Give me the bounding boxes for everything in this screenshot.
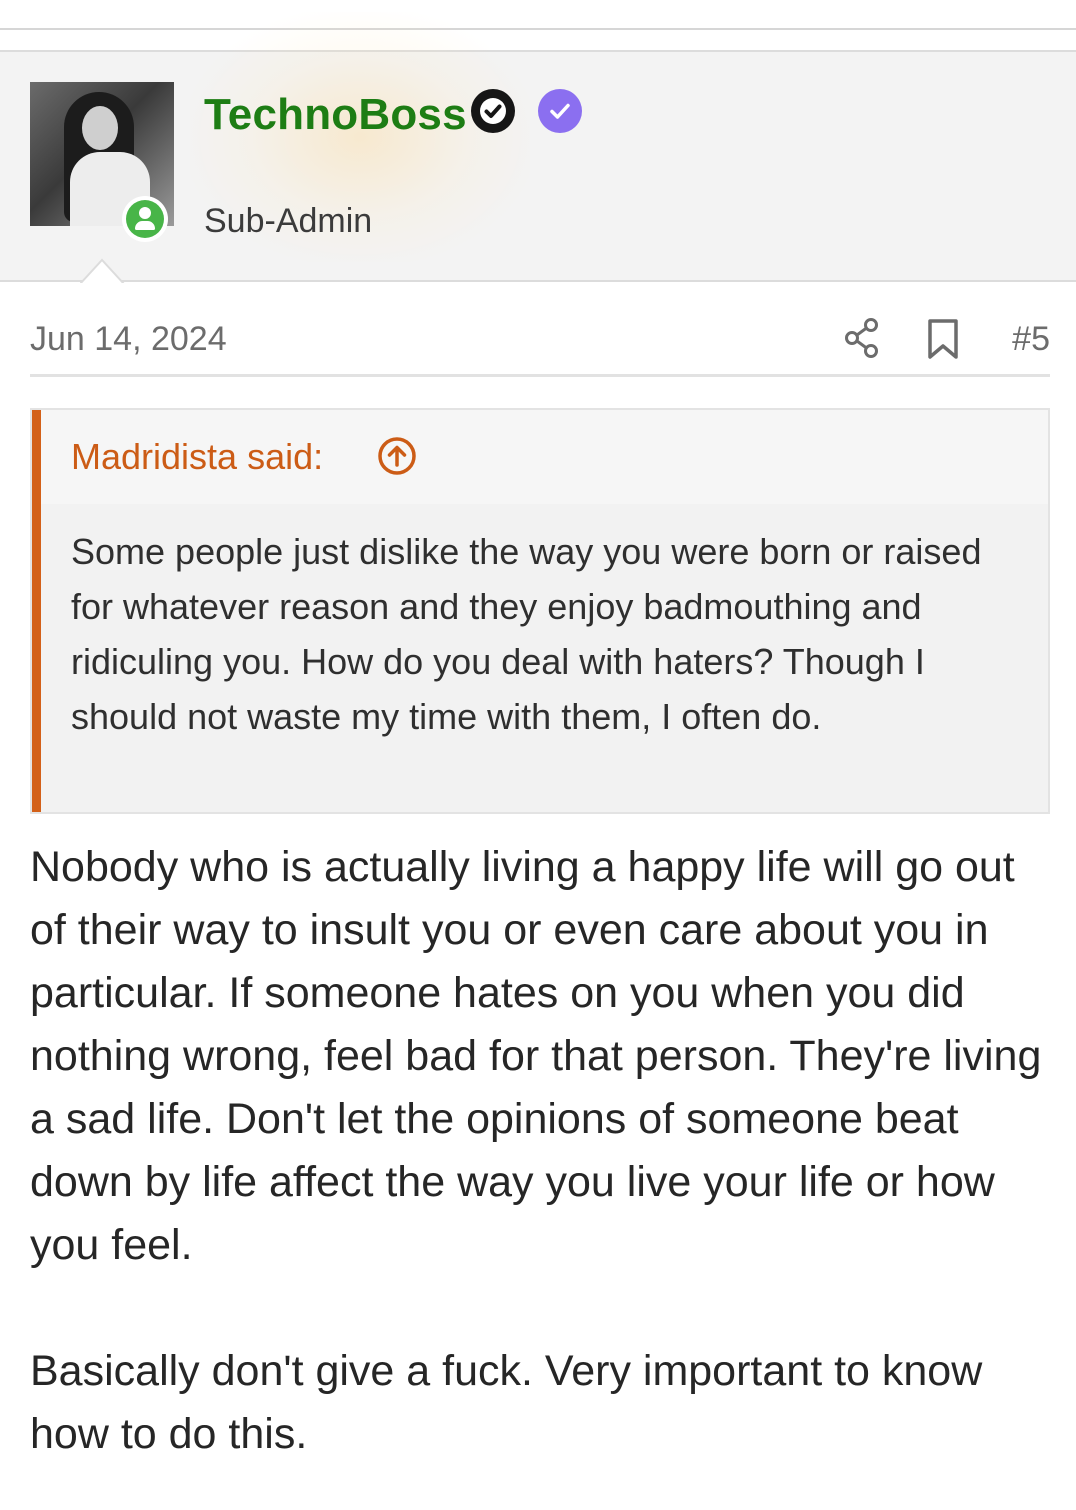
- verified-check-icon[interactable]: [537, 88, 583, 134]
- message-paragraph: Basically don't give a fuck. Very import…: [30, 1347, 983, 1458]
- message-body: Nobody who is actually living a happy li…: [30, 836, 1050, 1466]
- attribution-divider: [30, 374, 1050, 377]
- quote-block: Madridista said: Some people just dislik…: [30, 408, 1050, 814]
- quote-author[interactable]: Madridista said:: [71, 436, 323, 478]
- quote-header: Madridista said:: [41, 410, 1048, 504]
- message-attribution: Jun 14, 2024 #5: [30, 314, 1050, 366]
- arrow-up-circle-icon[interactable]: [377, 436, 417, 476]
- top-divider: [0, 28, 1076, 30]
- verified-badge-icon[interactable]: [470, 88, 516, 134]
- quote-content: Some people just dislike the way you wer…: [71, 531, 982, 737]
- bookmark-icon[interactable]: [926, 318, 960, 360]
- message-user-header: TechnoBoss Sub-Admin: [0, 12, 1076, 282]
- post-number-link[interactable]: #5: [1012, 320, 1050, 359]
- user-title: Sub-Admin: [204, 202, 373, 240]
- share-icon[interactable]: [842, 316, 882, 360]
- username-link[interactable]: TechnoBoss: [204, 90, 467, 140]
- message-paragraph: Nobody who is actually living a happy li…: [30, 843, 1042, 1269]
- quote-accent-bar: [32, 410, 41, 812]
- online-status-icon: [122, 196, 168, 242]
- post-date[interactable]: Jun 14, 2024: [30, 320, 227, 359]
